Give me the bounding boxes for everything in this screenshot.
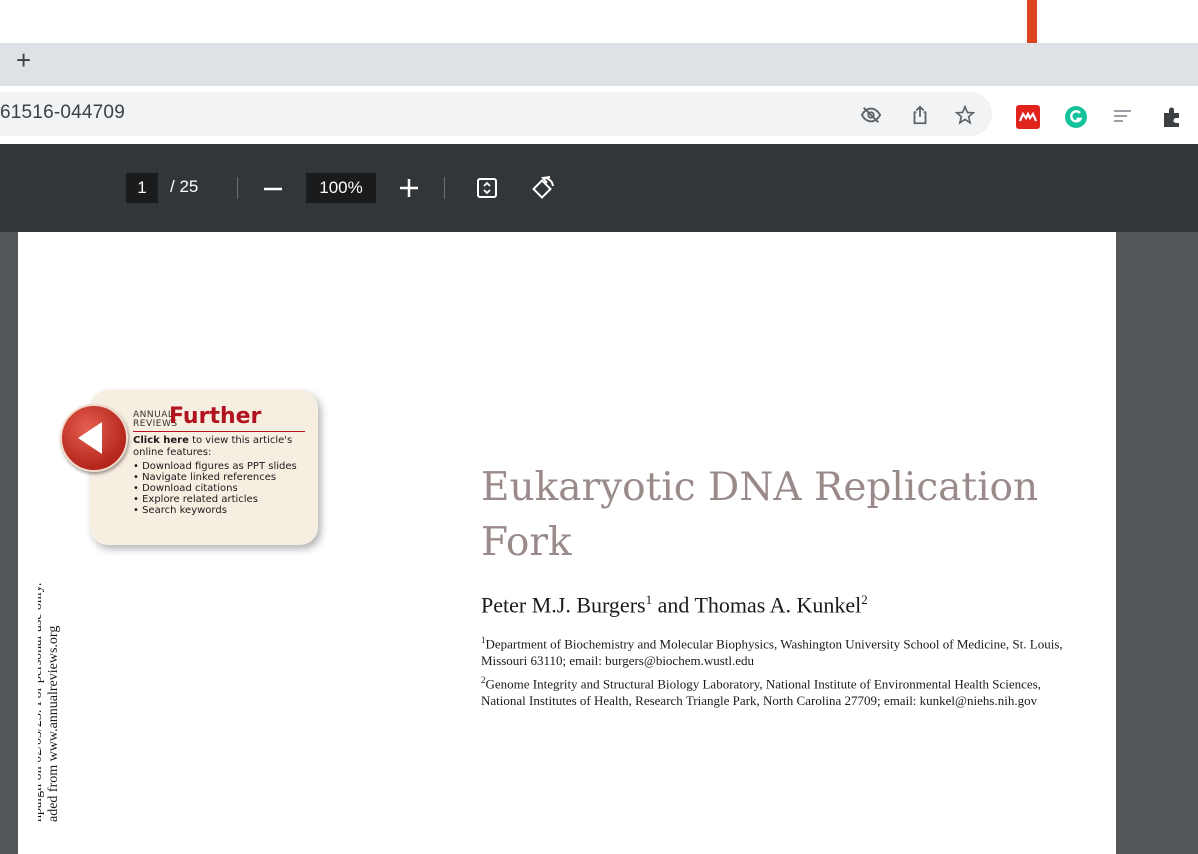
rotate-icon[interactable] bbox=[529, 174, 557, 202]
affiliation-2: 2Genome Integrity and Structural Biology… bbox=[481, 672, 1071, 709]
puzzle-icon[interactable] bbox=[1160, 105, 1184, 129]
toolbar-divider bbox=[237, 177, 238, 199]
click-here-text: Click here to view this article's online… bbox=[133, 435, 323, 459]
further-rule bbox=[133, 431, 305, 432]
feature-list: Download figures as PPT slides Navigate … bbox=[133, 461, 323, 516]
aff-1-text: Department of Biochemistry and Molecular… bbox=[481, 636, 1063, 669]
author-2: and Thomas A. Kunkel bbox=[657, 592, 862, 618]
tab-strip: + bbox=[0, 43, 1198, 86]
further-card-content: ANNUAL REVIEWSFurther Click here to view… bbox=[133, 404, 323, 516]
eye-off-icon[interactable] bbox=[860, 104, 882, 126]
authors: Peter M.J. Burgers1 and Thomas A. Kunkel… bbox=[481, 592, 868, 618]
page-total: / 25 bbox=[170, 177, 199, 196]
address-bar: 61516-044709 bbox=[0, 86, 1198, 144]
share-icon[interactable] bbox=[909, 104, 931, 126]
zoom-in-icon[interactable] bbox=[398, 177, 420, 199]
grammarly-icon[interactable] bbox=[1064, 105, 1088, 129]
download-notice-line-2: npaign on 02/03/23. For personal use onl… bbox=[38, 582, 45, 822]
zoom-level-input[interactable]: 100% bbox=[306, 173, 376, 203]
affiliation-1: 1Department of Biochemistry and Molecula… bbox=[481, 632, 1071, 669]
download-notice: npaign on 02/03/23. For personal use onl… bbox=[38, 583, 62, 822]
aff-2-text: Genome Integrity and Structural Biology … bbox=[481, 676, 1041, 709]
fit-to-page-icon[interactable] bbox=[476, 177, 498, 199]
mendeley-icon[interactable] bbox=[1016, 105, 1040, 129]
zoom-out-icon[interactable] bbox=[262, 179, 284, 199]
list-item: Search keywords bbox=[133, 505, 323, 516]
omnibox[interactable]: 61516-044709 bbox=[0, 92, 992, 136]
new-tab-button[interactable]: + bbox=[16, 47, 31, 73]
article-title: Eukaryotic DNA Replication Fork bbox=[481, 465, 1039, 565]
annual-reviews-logo: ANNUAL REVIEWS bbox=[133, 410, 178, 429]
author-2-sup: 2 bbox=[861, 592, 868, 607]
download-notice-line-1: aded from www.annualreviews.org bbox=[46, 625, 61, 822]
viewer-right-margin bbox=[1116, 232, 1198, 854]
further-heading: Further bbox=[169, 404, 262, 429]
further-arrow-icon[interactable] bbox=[60, 404, 128, 472]
author-1-sup: 1 bbox=[645, 592, 653, 607]
toolbar-divider bbox=[444, 177, 445, 199]
click-here-link[interactable]: Click here bbox=[133, 435, 189, 446]
pdf-toolbar: 1 / 25 100% bbox=[0, 144, 1198, 232]
author-1: Peter M.J. Burgers bbox=[481, 592, 646, 618]
reading-list-icon[interactable] bbox=[1111, 105, 1135, 129]
pdf-page: ANNUAL REVIEWSFurther Click here to view… bbox=[38, 232, 1116, 854]
url-text[interactable]: 61516-044709 bbox=[0, 102, 125, 124]
pdf-viewer: ANNUAL REVIEWSFurther Click here to view… bbox=[0, 232, 1198, 854]
list-item: Download figures as PPT slides bbox=[133, 461, 323, 472]
star-icon[interactable] bbox=[954, 104, 976, 126]
list-item: Navigate linked references bbox=[133, 472, 323, 483]
page-number-input[interactable]: 1 bbox=[126, 173, 158, 203]
list-item: Explore related articles bbox=[133, 494, 323, 505]
page-left-edge bbox=[18, 232, 38, 854]
list-item: Download citations bbox=[133, 483, 323, 494]
